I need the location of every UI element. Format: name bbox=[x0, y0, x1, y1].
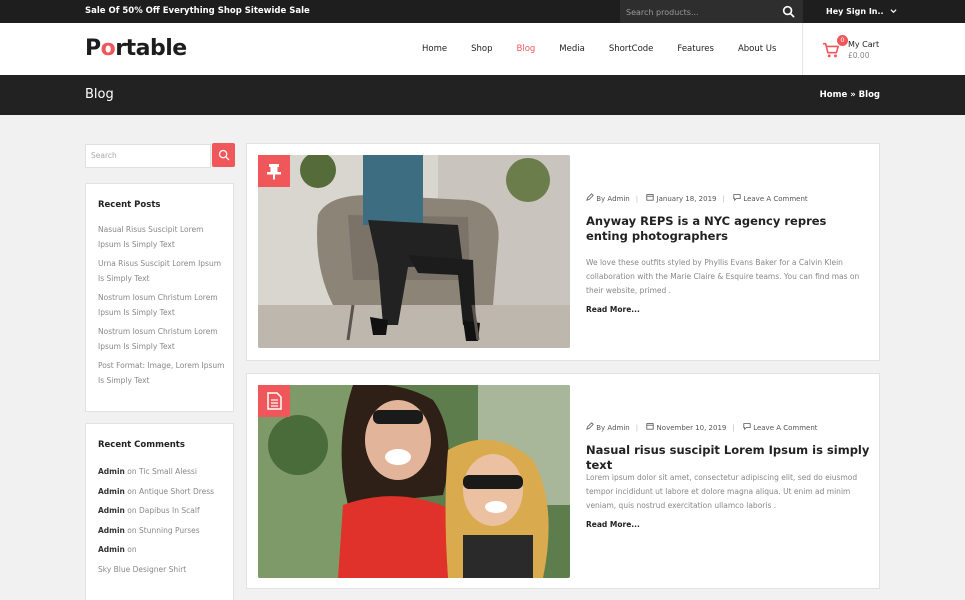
edit-icon bbox=[586, 422, 594, 430]
recent-post-link[interactable]: Nostrum Iosum Christum Lorem Ipsum Is Si… bbox=[98, 324, 225, 354]
nav-features[interactable]: Features bbox=[665, 23, 726, 75]
promo-text: Sale Of 50% Off Everything Shop Sitewide… bbox=[85, 6, 310, 16]
nav-shop[interactable]: Shop bbox=[459, 23, 504, 75]
comment-item: Admin on bbox=[98, 540, 225, 560]
calendar-icon bbox=[646, 423, 654, 430]
nav-shortcode[interactable]: ShortCode bbox=[597, 23, 666, 75]
recent-posts-widget: Recent Posts Nasual Risus Suscipit Lorem… bbox=[85, 183, 234, 412]
post-format-badge bbox=[258, 385, 290, 417]
comment-post-link[interactable]: Tic Small Alessi bbox=[139, 467, 197, 476]
comment-post-link[interactable]: Antique Short Dress bbox=[139, 487, 214, 496]
recent-post-link[interactable]: Nostrum Iosum Christum Lorem Ipsum Is Si… bbox=[98, 290, 225, 320]
search-icon bbox=[218, 149, 230, 161]
breadcrumb-separator: » bbox=[847, 90, 859, 100]
top-bar: Sale Of 50% Off Everything Shop Sitewide… bbox=[0, 0, 965, 24]
post-image bbox=[258, 155, 570, 348]
sidebar-search-button[interactable] bbox=[212, 143, 235, 167]
post-date[interactable]: November 10, 2019 bbox=[657, 424, 727, 432]
logo-letter-p: P bbox=[85, 36, 101, 61]
cart-label: My Cart bbox=[848, 40, 880, 49]
product-search-input[interactable] bbox=[620, 1, 780, 24]
recent-post-link[interactable]: Post Format: Image, Lorem Ipsum Is Simpl… bbox=[98, 358, 225, 388]
comment-on: on bbox=[127, 467, 137, 476]
post-meta: By Admin | November 10, 2019 | Leave A Com… bbox=[586, 422, 818, 432]
product-search bbox=[620, 0, 803, 24]
meta-divider: | bbox=[635, 424, 639, 432]
comment-item: Admin on Stunning Purses bbox=[98, 521, 225, 541]
comment-author[interactable]: Admin bbox=[98, 526, 125, 535]
chevron-down-icon bbox=[890, 9, 897, 14]
cart-count-badge: 0 bbox=[837, 35, 848, 46]
main-nav: Home Shop Blog Media ShortCode Features … bbox=[410, 23, 788, 75]
comment-item: Admin on Dapibus In Scalf bbox=[98, 501, 225, 521]
nav-about-us[interactable]: About Us bbox=[726, 23, 788, 75]
comment-icon bbox=[743, 423, 751, 431]
post-comments-link[interactable]: Leave A Comment bbox=[753, 424, 817, 432]
post-thumbnail[interactable] bbox=[258, 385, 570, 578]
post-date[interactable]: January 18, 2019 bbox=[657, 195, 717, 203]
comment-post-link[interactable]: Sky Blue Designer Shirt bbox=[98, 560, 225, 580]
post-author[interactable]: By Admin bbox=[596, 424, 629, 432]
calendar-icon bbox=[646, 194, 654, 201]
post-title[interactable]: Anyway REPS is a NYC agency repres entin… bbox=[586, 214, 856, 244]
pin-icon bbox=[267, 164, 281, 180]
sidebar-search-input[interactable] bbox=[85, 143, 211, 168]
comment-author[interactable]: Admin bbox=[98, 506, 125, 515]
read-more-link[interactable]: Read More... bbox=[586, 520, 640, 529]
edit-icon bbox=[586, 193, 594, 201]
header-divider bbox=[802, 23, 803, 75]
comment-item: Admin on Antique Short Dress bbox=[98, 482, 225, 502]
page-title-bar: Blog Home » Blog bbox=[0, 75, 965, 115]
recent-posts-title: Recent Posts bbox=[98, 200, 161, 210]
nav-media[interactable]: Media bbox=[547, 23, 597, 75]
search-icon[interactable] bbox=[782, 5, 795, 18]
post-excerpt: Lorem ipsum dolor sit amet, consectetur … bbox=[586, 473, 858, 510]
meta-divider: | bbox=[722, 195, 725, 203]
recent-comments-widget: Recent Comments Admin on Tic Small Aless… bbox=[85, 423, 234, 600]
breadcrumb-home[interactable]: Home bbox=[820, 90, 848, 100]
breadcrumb-current: Blog bbox=[858, 90, 880, 100]
comment-on: on bbox=[127, 506, 137, 515]
post-meta: By Admin | January 18, 2019 | Leave A Comm… bbox=[586, 193, 808, 203]
comment-on: on bbox=[127, 486, 137, 496]
blog-post-card: By Admin | January 18, 2019 | Leave A Comm… bbox=[246, 143, 880, 361]
site-logo[interactable]: Portable bbox=[85, 36, 187, 61]
document-icon bbox=[267, 392, 282, 410]
sign-in-label: Hey Sign In.. bbox=[826, 7, 884, 16]
blog-post-card: By Admin | November 10, 2019 | Leave A Com… bbox=[246, 373, 880, 589]
post-thumbnail[interactable] bbox=[258, 155, 570, 348]
comment-author[interactable]: Admin bbox=[98, 467, 125, 476]
comment-icon bbox=[733, 194, 741, 202]
comment-post-link[interactable]: Stunning Purses bbox=[139, 526, 200, 535]
nav-blog[interactable]: Blog bbox=[505, 23, 548, 75]
sidebar-search bbox=[85, 143, 235, 168]
comment-author[interactable]: Admin bbox=[98, 545, 125, 554]
comment-post-link[interactable]: Dapibus In Scalf bbox=[139, 506, 200, 515]
logo-rest: rtable bbox=[115, 36, 187, 61]
meta-divider: | bbox=[732, 424, 735, 432]
recent-comments-title: Recent Comments bbox=[98, 440, 185, 450]
post-excerpt: We love these outfits styled by Phyllis … bbox=[586, 258, 860, 295]
recent-post-link[interactable]: Nasual Risus Suscipit Lorem Ipsum Is Sim… bbox=[98, 222, 225, 252]
post-format-badge bbox=[258, 155, 290, 187]
comment-on: on bbox=[127, 525, 137, 535]
meta-divider: | bbox=[635, 195, 639, 203]
comment-author[interactable]: Admin bbox=[98, 487, 125, 496]
recent-post-link[interactable]: Urna Risus Suscipit Lorem Ipsum Is Simpl… bbox=[98, 256, 225, 286]
nav-home[interactable]: Home bbox=[410, 23, 459, 75]
post-image bbox=[258, 385, 570, 578]
comment-item: Admin on Tic Small Alessi bbox=[98, 462, 225, 482]
site-header: Portable Home Shop Blog Media ShortCode … bbox=[0, 23, 965, 75]
post-title[interactable]: Nasual risus suscipit Lorem Ipsum is sim… bbox=[586, 443, 876, 473]
logo-letter-o: o bbox=[100, 36, 116, 61]
sign-in-link[interactable]: Hey Sign In.. bbox=[826, 0, 897, 23]
post-author[interactable]: By Admin bbox=[596, 195, 629, 203]
cart-total: £0.00 bbox=[848, 51, 870, 60]
page-title: Blog bbox=[85, 87, 114, 102]
read-more-link[interactable]: Read More... bbox=[586, 305, 640, 314]
comment-on: on bbox=[127, 545, 137, 554]
post-comments-link[interactable]: Leave A Comment bbox=[743, 195, 807, 203]
breadcrumb: Home » Blog bbox=[820, 75, 880, 115]
